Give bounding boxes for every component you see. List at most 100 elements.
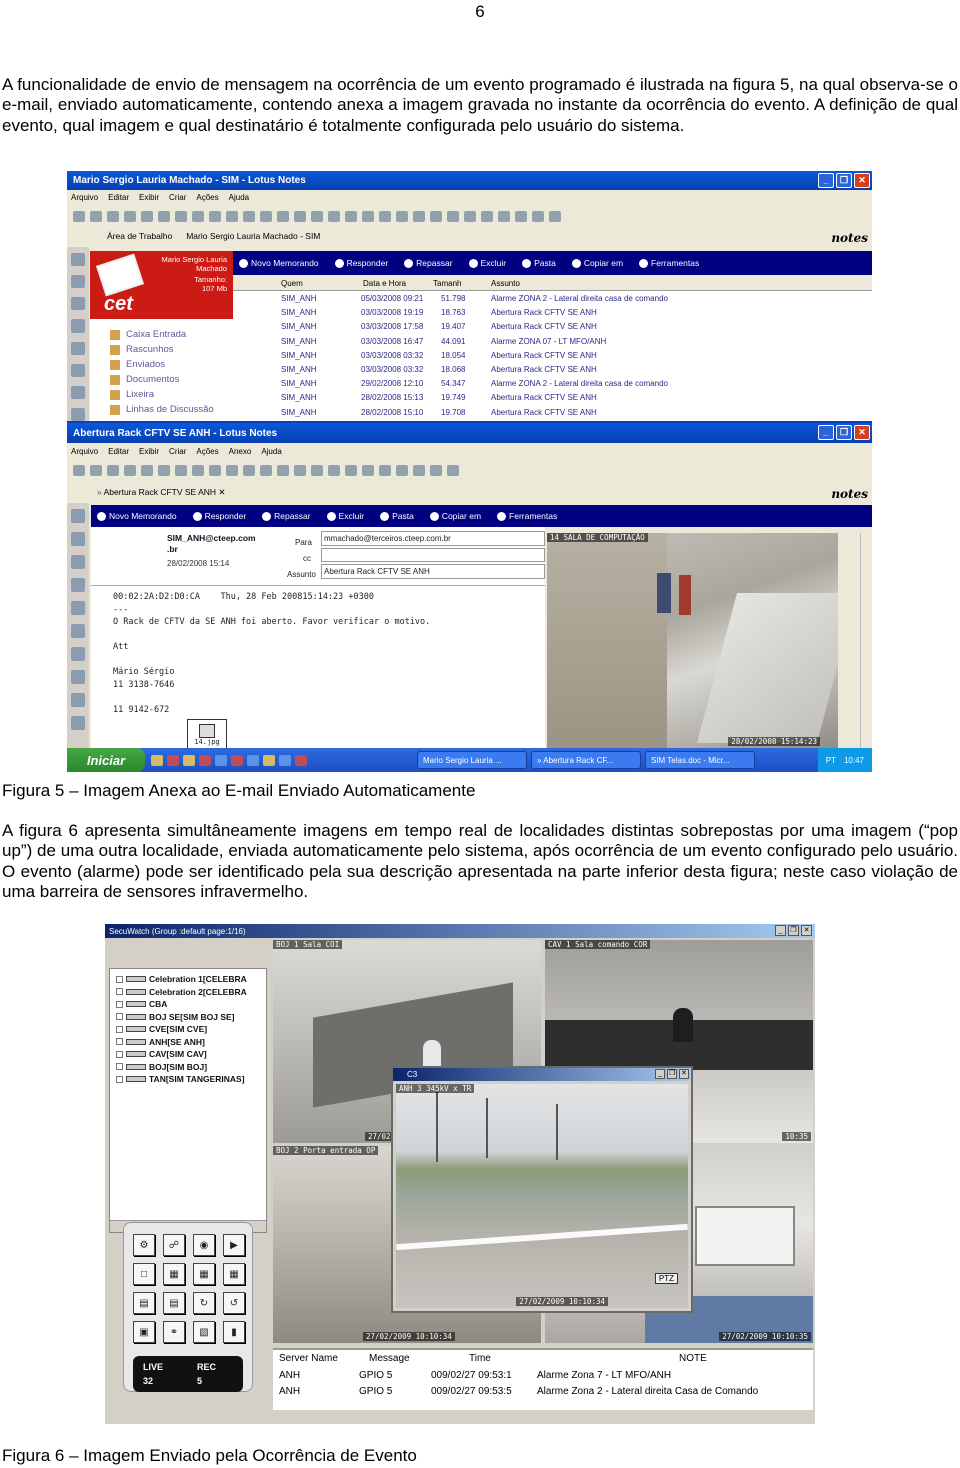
minimize-icon[interactable]: _ — [775, 925, 786, 936]
bookmark-icon[interactable] — [71, 578, 85, 592]
minimize-icon[interactable]: _ — [655, 1069, 665, 1079]
folder-button[interactable]: Pasta — [380, 511, 414, 521]
tools-button[interactable]: Ferramentas — [639, 258, 699, 268]
toolbar-button-icon[interactable] — [396, 210, 408, 222]
column-message[interactable]: Message — [369, 1353, 410, 1364]
toolbar-button-icon[interactable] — [396, 464, 408, 476]
bookmark-icon[interactable] — [71, 716, 85, 730]
toolbar-button-icon[interactable] — [243, 464, 255, 476]
quick-launch-icon[interactable] — [263, 754, 275, 766]
mail-row[interactable]: SIM_ANH 03/03/2008 16:47 44.091 Alarme ZONA… — [233, 336, 872, 350]
mail-row[interactable]: SIM_ANH 03/03/2008 19:19 18.763 Abertura Ra… — [233, 307, 872, 321]
tools-button[interactable]: Ferramentas — [497, 511, 557, 521]
toolbar-button-icon[interactable] — [277, 464, 289, 476]
toolbar-button-icon[interactable] — [124, 210, 136, 222]
refresh-icon[interactable]: ↻ — [193, 1292, 215, 1314]
restore-icon[interactable]: ❐ — [836, 425, 852, 440]
minimize-icon[interactable]: _ — [818, 425, 834, 440]
toolbar-button-icon[interactable] — [311, 210, 323, 222]
forward-button[interactable]: Repassar — [262, 511, 311, 521]
expand-icon[interactable] — [116, 1025, 123, 1033]
column-date[interactable]: Data e Hora — [363, 279, 406, 288]
mail-row[interactable]: SIM_ANH 03/03/2008 03:32 18.068 Abertura Ra… — [233, 364, 872, 378]
menu-ajuda[interactable]: Ajuda — [261, 447, 281, 456]
zoom-icon[interactable]: ▤ — [133, 1292, 155, 1314]
expand-icon[interactable] — [116, 975, 123, 983]
restore-icon[interactable]: ❐ — [836, 173, 852, 188]
close-icon[interactable]: ✕ — [801, 925, 812, 936]
toolbar-button-icon[interactable] — [379, 464, 391, 476]
bookmark-icon[interactable] — [71, 532, 85, 546]
delete-button[interactable]: Excluir — [326, 511, 364, 521]
bookmark-icon[interactable] — [71, 341, 85, 355]
close-icon[interactable]: ✕ — [679, 1069, 689, 1079]
menu-exibir[interactable]: Exibir — [139, 447, 159, 456]
bookmark-icon[interactable] — [71, 275, 85, 289]
to-field[interactable]: mmachado@terceiros.cteep.com.br — [321, 531, 545, 546]
menu-criar[interactable]: Criar — [169, 447, 186, 456]
column-server-name[interactable]: Server Name — [279, 1353, 338, 1364]
event-row[interactable]: ANH GPIO 5 009/02/27 09:53:5 Alarme Zona 2 … — [273, 1385, 813, 1401]
quick-launch-icon[interactable] — [183, 754, 195, 766]
tree-item[interactable]: BOJ SE[SIM BOJ SE] — [110, 1011, 266, 1024]
close-icon[interactable]: ✕ — [854, 173, 870, 188]
folder-item[interactable]: Lixeira — [110, 387, 233, 402]
minimize-icon[interactable]: _ — [818, 173, 834, 188]
toolbar-button-icon[interactable] — [294, 464, 306, 476]
language-indicator[interactable]: PT — [826, 756, 836, 765]
tab-area-de-trabalho[interactable]: Área de Trabalho — [107, 231, 172, 241]
toolbar-button-icon[interactable] — [175, 210, 187, 222]
tree-item[interactable]: CVE[SIM CVE] — [110, 1023, 266, 1036]
memo-tab[interactable]: » Abertura Rack CFTV SE ANH ✕ — [97, 487, 226, 498]
menu-editar[interactable]: Editar — [108, 193, 129, 202]
mail-row[interactable]: SIM_ANH 03/03/2008 17:58 19.407 Abertura Ra… — [233, 321, 872, 335]
delete-button[interactable]: Excluir — [468, 258, 506, 268]
bookmark-icon[interactable] — [71, 385, 85, 399]
play-icon[interactable]: ▶ — [223, 1234, 245, 1256]
tree-item[interactable]: Celebration 1[CELEBRA — [110, 973, 266, 986]
toolbar-button-icon[interactable] — [260, 464, 272, 476]
quad-view-icon[interactable]: ▦ — [163, 1263, 185, 1285]
taskbar-item[interactable]: SIM Telas.doc - Micr... — [645, 751, 755, 769]
tab-mailbox[interactable]: Mario Sergio Lauria Machado - SIM — [186, 231, 320, 241]
bookmark-icon[interactable] — [71, 555, 85, 569]
tree-item[interactable]: TAN[SIM TANGERINAS] — [110, 1073, 266, 1086]
lock-icon[interactable]: ▮ — [223, 1321, 245, 1343]
mail-row[interactable]: SIM_ANH 29/02/2008 12:10 54.347 Alarme ZONA… — [233, 378, 872, 392]
bookmark-icon[interactable] — [71, 647, 85, 661]
copy-into-button[interactable]: Copiar em — [429, 511, 481, 521]
tree-item[interactable]: CBA — [110, 998, 266, 1011]
folder-item[interactable]: Linhas de Discussão — [110, 402, 233, 417]
event-row[interactable]: ANH GPIO 5 009/02/27 09:53:1 Alarme Zona 7 … — [273, 1369, 813, 1385]
toolbar-button-icon[interactable] — [209, 464, 221, 476]
folder-button[interactable]: Pasta — [522, 258, 556, 268]
forward-button[interactable]: Repassar — [404, 258, 453, 268]
column-subject[interactable]: Assunto — [491, 279, 520, 288]
toolbar-button-icon[interactable] — [260, 210, 272, 222]
quick-launch-icon[interactable] — [231, 754, 243, 766]
link-icon[interactable]: ⚭ — [163, 1321, 185, 1343]
taskbar-item[interactable]: Mario Sergio Lauria ... — [417, 751, 527, 769]
ptz-button[interactable]: PTZ — [654, 1273, 678, 1284]
toolbar-button-icon[interactable] — [481, 210, 493, 222]
toolbar-button-icon[interactable] — [107, 210, 119, 222]
toolbar-button-icon[interactable] — [226, 464, 238, 476]
toolbar-button-icon[interactable] — [243, 210, 255, 222]
menu-arquivo[interactable]: Arquivo — [71, 193, 98, 202]
toolbar-button-icon[interactable] — [107, 464, 119, 476]
toolbar-button-icon[interactable] — [90, 464, 102, 476]
toolbar-button-icon[interactable] — [158, 464, 170, 476]
menu-arquivo[interactable]: Arquivo — [71, 447, 98, 456]
toolbar-button-icon[interactable] — [362, 464, 374, 476]
memo-scrollbar[interactable] — [860, 533, 872, 750]
settings-icon[interactable]: ⚙ — [133, 1234, 155, 1256]
rotate-icon[interactable]: ↺ — [223, 1292, 245, 1314]
sixteen-view-icon[interactable]: ▦ — [223, 1263, 245, 1285]
toolbar-button-icon[interactable] — [430, 464, 442, 476]
toolbar-button-icon[interactable] — [345, 464, 357, 476]
expand-icon[interactable] — [116, 988, 123, 996]
quick-launch-icon[interactable] — [167, 754, 179, 766]
close-icon[interactable]: ✕ — [854, 425, 870, 440]
tree-item[interactable]: CAV[SIM CAV] — [110, 1048, 266, 1061]
menu-editar[interactable]: Editar — [108, 447, 129, 456]
